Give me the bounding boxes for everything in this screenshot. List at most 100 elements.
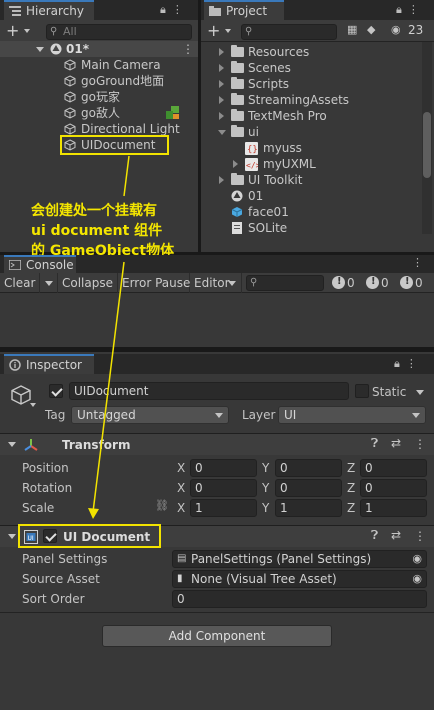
project-item[interactable]: UI Toolkit xyxy=(248,172,302,188)
more-icon[interactable]: ⋮ xyxy=(412,256,423,269)
scene-more-icon[interactable]: ⋮ xyxy=(182,41,194,57)
expand-arrow-icon[interactable] xyxy=(219,80,224,88)
component-more-icon[interactable]: ⋮ xyxy=(414,529,426,543)
tab-inspector[interactable]: Inspector xyxy=(4,354,94,374)
tag-dropdown[interactable]: Untagged xyxy=(71,406,229,424)
preset-icon[interactable]: ⇄ xyxy=(391,528,401,542)
transform-header[interactable]: Transform ❓︎ ⇄ ⋮ xyxy=(0,433,434,455)
tab-console[interactable]: Console xyxy=(4,255,76,273)
sort-order-input[interactable]: 0 xyxy=(172,590,427,608)
filter-by-type-icon[interactable]: ▦ xyxy=(347,23,357,36)
add-dropdown-caret-icon[interactable] xyxy=(225,29,231,33)
tab-project[interactable]: Project xyxy=(204,0,284,20)
expand-arrow-icon[interactable] xyxy=(219,96,224,104)
panel-settings-field[interactable]: ▤ PanelSettings (Panel Settings) ◉ xyxy=(172,550,427,568)
rotation-z-label[interactable]: Z xyxy=(347,480,355,496)
position-y-input[interactable]: 0 xyxy=(275,459,342,477)
scale-x-input[interactable]: 1 xyxy=(190,499,257,517)
more-icon[interactable]: ⋮ xyxy=(172,3,189,16)
ui-document-foldout-icon[interactable] xyxy=(8,534,16,539)
scale-z-input[interactable]: 1 xyxy=(360,499,427,517)
expand-arrow-icon[interactable] xyxy=(233,160,238,168)
log-count[interactable]: 0 xyxy=(332,274,355,291)
project-item[interactable]: Resources xyxy=(248,44,309,60)
object-picker-icon[interactable]: ◉ xyxy=(412,551,422,567)
hierarchy-item[interactable]: goGround地面 xyxy=(81,73,164,89)
constrain-proportions-icon[interactable]: ⛓ xyxy=(155,499,169,512)
rotation-y-input[interactable]: 0 xyxy=(275,479,342,497)
layer-dropdown[interactable]: UI xyxy=(278,406,426,424)
position-x-input[interactable]: 0 xyxy=(190,459,257,477)
scale-y-label[interactable]: Y xyxy=(262,500,269,516)
error-pause-button[interactable]: Error Pause xyxy=(118,273,190,293)
collapse-arrow-icon[interactable] xyxy=(218,130,226,135)
more-icon[interactable]: ⋮ xyxy=(408,3,425,16)
editor-dropdown[interactable]: Editor xyxy=(190,273,242,293)
more-icon[interactable]: ⋮ xyxy=(406,357,423,370)
project-item[interactable]: StreamingAssets xyxy=(248,92,349,108)
project-item[interactable]: myuss xyxy=(263,140,302,156)
scene-row[interactable] xyxy=(0,41,198,57)
add-icon[interactable]: + xyxy=(6,22,19,40)
hidden-packages-icon[interactable]: ◉ xyxy=(391,23,401,36)
expand-arrow-icon[interactable] xyxy=(219,112,224,120)
object-picker-icon[interactable]: ◉ xyxy=(412,571,422,587)
scale-z-label[interactable]: Z xyxy=(347,500,355,516)
project-item[interactable]: myUXML xyxy=(263,156,316,172)
add-dropdown-caret-icon[interactable] xyxy=(24,29,30,33)
scale-x-label[interactable]: X xyxy=(177,500,185,516)
rotation-y-label[interactable]: Y xyxy=(262,480,269,496)
error-count[interactable]: 0 xyxy=(400,274,423,291)
project-item[interactable]: ui xyxy=(248,124,259,140)
help-icon[interactable]: ❓︎ xyxy=(371,528,378,543)
help-icon[interactable]: ❓︎ xyxy=(371,436,378,451)
clear-options-dropdown[interactable] xyxy=(40,273,58,293)
preset-icon[interactable]: ⇄ xyxy=(391,436,401,450)
filter-by-label-icon[interactable]: ◆ xyxy=(367,23,375,36)
scene-expand-icon[interactable] xyxy=(36,47,44,52)
static-checkbox[interactable] xyxy=(355,384,369,398)
project-item[interactable]: face01 xyxy=(248,204,289,220)
lock-icon[interactable]: 🔒︎ xyxy=(396,3,408,16)
transform-foldout-icon[interactable] xyxy=(8,442,16,447)
position-x-label[interactable]: X xyxy=(177,460,185,476)
collapse-button[interactable]: Collapse xyxy=(58,273,118,293)
project-item[interactable]: Scenes xyxy=(248,60,291,76)
project-item[interactable]: Scripts xyxy=(248,76,289,92)
expand-arrow-icon[interactable] xyxy=(219,64,224,72)
tab-hierarchy[interactable]: Hierarchy xyxy=(4,0,94,20)
rotation-x-input[interactable]: 0 xyxy=(190,479,257,497)
position-z-input[interactable]: 0 xyxy=(360,459,427,477)
project-item[interactable]: TextMesh Pro xyxy=(248,108,327,124)
static-dropdown-caret-icon[interactable] xyxy=(416,390,424,395)
component-more-icon[interactable]: ⋮ xyxy=(414,437,426,451)
position-z-label[interactable]: Z xyxy=(347,460,355,476)
warning-count[interactable]: 0 xyxy=(366,274,389,291)
gameobject-active-checkbox[interactable] xyxy=(49,384,63,398)
project-item[interactable]: SQLite xyxy=(248,220,287,232)
source-asset-field[interactable]: ▮ None (Visual Tree Asset) ◉ xyxy=(172,570,427,588)
console-icon xyxy=(9,260,21,270)
add-icon[interactable]: + xyxy=(207,22,220,40)
error-icon xyxy=(400,274,413,290)
icon-dropdown-caret-icon[interactable] xyxy=(30,403,36,407)
clear-button[interactable]: Clear xyxy=(0,273,40,293)
rotation-x-label[interactable]: X xyxy=(177,480,185,496)
scale-y-input[interactable]: 1 xyxy=(275,499,342,517)
project-item[interactable]: 01 xyxy=(248,188,263,204)
lock-icon[interactable]: 🔒︎ xyxy=(394,357,406,370)
add-component-button[interactable]: Add Component xyxy=(102,625,332,647)
hierarchy-item[interactable]: Main Camera xyxy=(81,57,161,73)
rotation-z-input[interactable]: 0 xyxy=(360,479,427,497)
expand-arrow-icon[interactable] xyxy=(219,48,224,56)
project-search-input[interactable]: ⚲ xyxy=(241,24,337,40)
hierarchy-item[interactable]: go玩家 xyxy=(81,89,120,105)
console-search-input[interactable]: ⚲ xyxy=(246,275,324,291)
lock-icon[interactable]: 🔒︎ xyxy=(160,3,172,16)
object-name-input[interactable]: UIDocument xyxy=(69,382,349,400)
project-scrollbar-thumb[interactable] xyxy=(423,112,431,178)
expand-arrow-icon[interactable] xyxy=(219,176,224,184)
hierarchy-item[interactable]: go敌人 xyxy=(81,105,120,121)
position-y-label[interactable]: Y xyxy=(262,460,269,476)
hierarchy-search-input[interactable]: ⚲ All xyxy=(46,24,192,40)
